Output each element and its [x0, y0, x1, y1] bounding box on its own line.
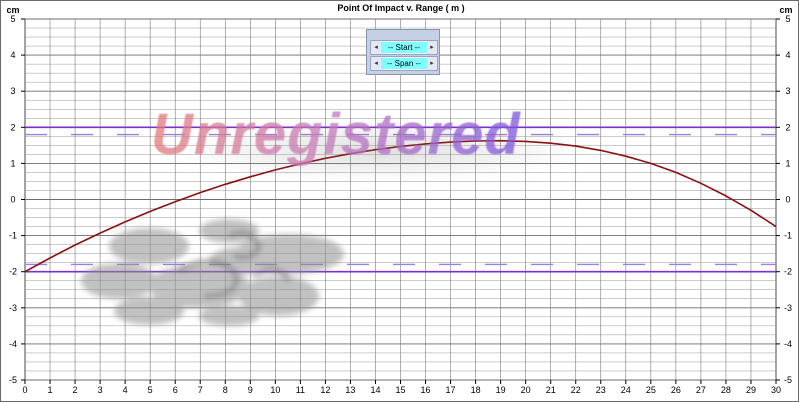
x-tick-label: 2	[73, 385, 78, 395]
y-tick-label-left: -5	[9, 375, 17, 385]
x-tick-label: 13	[345, 385, 355, 395]
x-tick-label: 18	[471, 385, 481, 395]
x-tick-label: 23	[596, 385, 606, 395]
x-tick-label: 7	[198, 385, 203, 395]
y-tick-label-right: -5	[784, 375, 792, 385]
span-button[interactable]: -- Span --	[381, 58, 427, 69]
chart-window: 5 5 4 4 3 3 2 2 1 1 0 0 -1 -1 -2 -2 -3 -3 -4 -4 -5 -5 0 1 2 3 4 5 6 7…	[0, 0, 799, 402]
y-tick-label-left: -1	[9, 231, 17, 241]
span-control: ◂ -- Span -- ▸	[370, 56, 438, 71]
y-axis-unit-left: cm	[6, 5, 19, 15]
x-tick-label: 12	[320, 385, 330, 395]
x-tick-label: 26	[671, 385, 681, 395]
x-tick-label: 20	[521, 385, 531, 395]
x-tick-label: 27	[696, 385, 706, 395]
y-tick-label-left: 5	[10, 14, 15, 24]
y-tick-label-left: 4	[10, 50, 15, 60]
x-tick-label: 24	[621, 385, 631, 395]
x-tick-label: 6	[173, 385, 178, 395]
x-tick-label: 19	[496, 385, 506, 395]
y-tick-label-left: 2	[10, 122, 15, 132]
x-tick-label: 28	[721, 385, 731, 395]
chart-title: Point Of Impact v. Range ( m )	[337, 3, 464, 13]
x-tick-label: 3	[98, 385, 103, 395]
x-tick-label: 15	[395, 385, 405, 395]
start-increment-arrow-icon[interactable]: ▸	[427, 41, 437, 54]
y-tick-label-right: 0	[785, 195, 790, 205]
y-tick-label-right: -1	[784, 231, 792, 241]
y-tick-label-left: -3	[9, 303, 17, 313]
x-tick-label: 21	[546, 385, 556, 395]
y-tick-label-right: -4	[784, 339, 792, 349]
y-tick-label-left: 1	[10, 158, 15, 168]
x-tick-label: 9	[248, 385, 253, 395]
y-tick-label-right: 4	[785, 50, 790, 60]
x-tick-label: 14	[370, 385, 380, 395]
y-tick-label-right: -3	[784, 303, 792, 313]
x-tick-label: 5	[148, 385, 153, 395]
start-control: ◂ -- Start -- ▸	[370, 40, 438, 55]
start-button[interactable]: -- Start --	[381, 42, 427, 53]
x-tick-label: 11	[296, 385, 305, 395]
x-tick-label: 30	[771, 385, 781, 395]
x-tick-label: 1	[48, 385, 53, 395]
y-tick-label-left: -4	[9, 339, 17, 349]
x-tick-label: 16	[421, 385, 431, 395]
span-increment-arrow-icon[interactable]: ▸	[427, 57, 437, 70]
x-tick-label: 29	[746, 385, 756, 395]
x-tick-label: 10	[270, 385, 280, 395]
x-tick-label: 17	[446, 385, 456, 395]
start-decrement-arrow-icon[interactable]: ◂	[371, 41, 381, 54]
x-tick-label: 22	[571, 385, 581, 395]
y-axis-unit-right: cm	[779, 5, 792, 15]
y-tick-label-left: -2	[9, 267, 17, 277]
y-tick-label-right: 2	[785, 122, 790, 132]
y-tick-label-right: 5	[785, 14, 790, 24]
y-tick-label-right: 3	[785, 86, 790, 96]
range-control-panel: ◂ -- Start -- ▸ ◂ -- Span -- ▸	[366, 29, 440, 75]
y-tick-label-right: -2	[784, 267, 792, 277]
x-tick-label: 25	[646, 385, 656, 395]
y-tick-label-left: 3	[10, 86, 15, 96]
x-tick-label: 0	[22, 385, 27, 395]
y-tick-label-right: 1	[785, 158, 790, 168]
x-tick-label: 4	[123, 385, 128, 395]
y-tick-label-left: 0	[10, 195, 15, 205]
x-tick-label: 8	[223, 385, 228, 395]
span-decrement-arrow-icon[interactable]: ◂	[371, 57, 381, 70]
